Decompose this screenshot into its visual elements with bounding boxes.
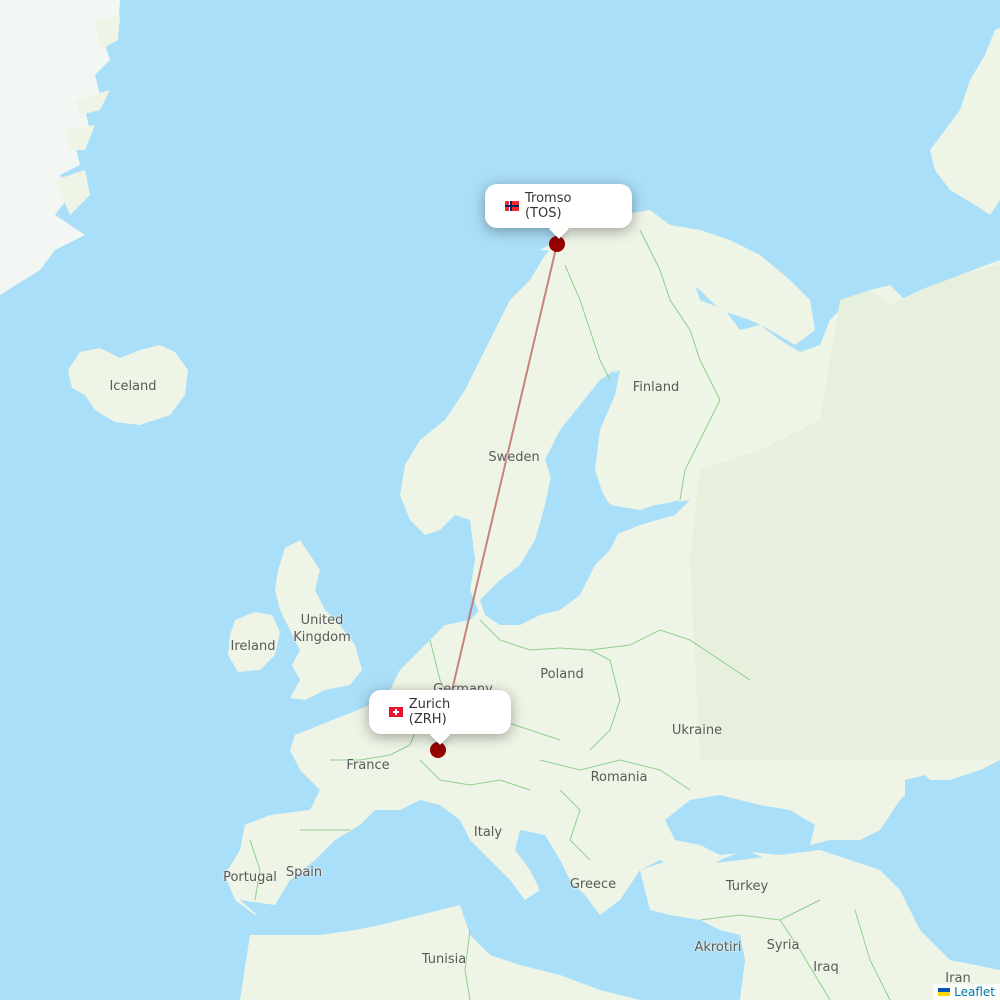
route-layer bbox=[437, 243, 558, 751]
airport-popup-tos[interactable]: Tromso (TOS) bbox=[485, 184, 632, 239]
airport-marker-zrh[interactable] bbox=[430, 742, 446, 758]
flight-route-line bbox=[437, 243, 558, 751]
switzerland-flag-icon bbox=[389, 707, 403, 717]
leaflet-link[interactable]: Leaflet bbox=[954, 985, 995, 999]
country-label-iraq: Iraq bbox=[813, 960, 839, 975]
country-label-spain: Spain bbox=[285, 865, 323, 880]
popup-label-zrh: Zurich (ZRH) bbox=[408, 697, 451, 727]
country-label-ireland: Ireland bbox=[230, 639, 276, 654]
map-view[interactable]: Iceland Finland Sweden United Kingdom Ir… bbox=[0, 0, 1000, 1000]
map-attribution: Leaflet bbox=[933, 984, 1000, 1000]
country-label-romania: Romania bbox=[590, 770, 648, 785]
country-label-sweden: Sweden bbox=[488, 450, 540, 465]
norway-flag-icon bbox=[505, 201, 519, 211]
country-label-akrotiri: Akrotiri bbox=[694, 940, 742, 955]
country-label-italy: Italy bbox=[473, 825, 503, 840]
country-label-united: United bbox=[300, 613, 344, 628]
country-label-tunisia: Tunisia bbox=[421, 952, 467, 967]
ukraine-flag-icon bbox=[938, 988, 951, 996]
country-label-syria: Syria bbox=[766, 938, 800, 953]
popup-label-tos: Tromso (TOS) bbox=[524, 191, 572, 221]
country-label-france: France bbox=[346, 758, 390, 773]
country-label-ukraine: Ukraine bbox=[671, 723, 723, 738]
country-label-poland: Poland bbox=[540, 667, 584, 682]
country-label-finland: Finland bbox=[632, 380, 680, 395]
airport-marker-tos[interactable] bbox=[549, 236, 565, 252]
country-label-portugal: Portugal bbox=[223, 870, 277, 885]
country-label-iceland: Iceland bbox=[109, 379, 157, 394]
airport-popup-zrh[interactable]: Zurich (ZRH) bbox=[369, 690, 511, 745]
country-label-turkey: Turkey bbox=[725, 879, 769, 894]
country-label-kingdom: Kingdom bbox=[293, 630, 351, 645]
country-label-greece: Greece bbox=[569, 877, 617, 892]
